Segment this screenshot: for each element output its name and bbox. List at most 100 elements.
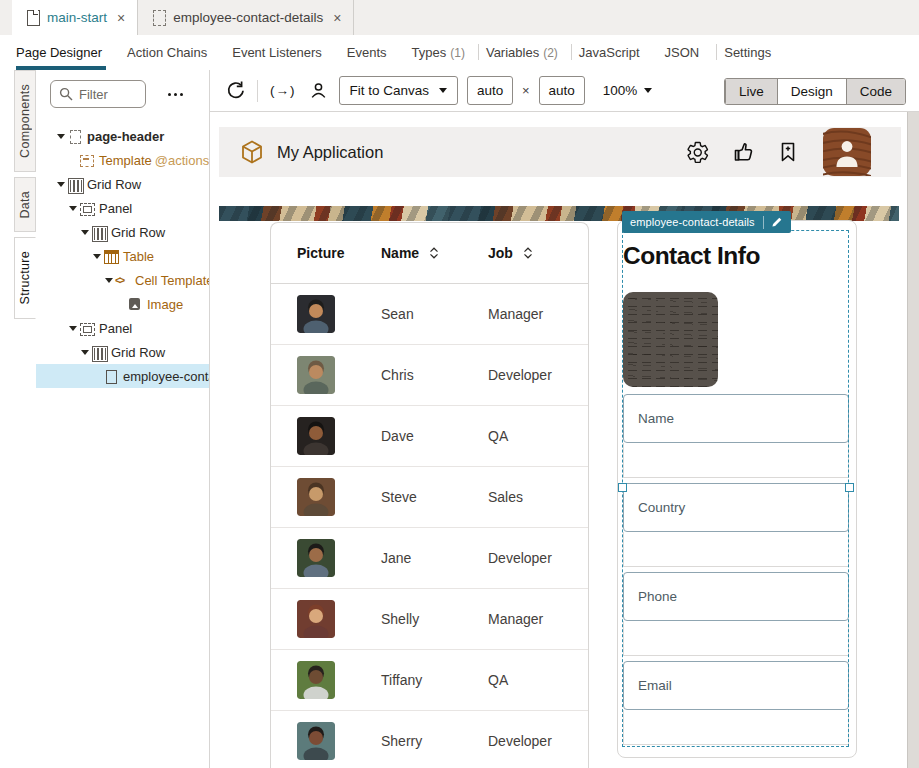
user-avatar[interactable] [823, 128, 871, 176]
overflow-menu-icon[interactable] [168, 93, 183, 96]
fit-to-canvas-select[interactable]: Fit to Canvas [339, 76, 459, 105]
tree-item-label: Table [123, 249, 154, 264]
tree-item-icon [104, 369, 118, 383]
refresh-icon[interactable] [224, 80, 245, 101]
descriptor-icon[interactable]: (→) [270, 83, 296, 98]
close-icon[interactable]: × [117, 11, 125, 25]
caret-down-icon[interactable] [66, 326, 80, 331]
designer-nav: Page Designer Action Chains Event Listen… [0, 35, 919, 70]
filter-input[interactable]: Filter [50, 80, 146, 108]
tree-item[interactable]: Panel [36, 196, 209, 220]
employee-job: Manager [488, 306, 588, 322]
caret-down-icon[interactable] [66, 206, 80, 211]
designer-nav-tab[interactable]: Variables (2) [486, 35, 558, 70]
tree-item[interactable]: Grid Row [36, 340, 209, 364]
employee-photo [297, 539, 335, 577]
tree-item[interactable]: Panel [36, 316, 209, 340]
employee-photo [297, 417, 335, 455]
resize-handle-right[interactable] [845, 483, 854, 492]
resize-handle-left[interactable] [618, 483, 627, 492]
designer-nav-tab[interactable]: JavaScript [579, 35, 644, 70]
tree-item[interactable]: employee-contact-details [36, 364, 209, 388]
tree-item[interactable]: page-header [36, 124, 209, 148]
table-row[interactable]: Steve Sales [271, 467, 588, 528]
table-row[interactable]: Dave QA [271, 406, 588, 467]
caret-down-icon[interactable] [54, 134, 68, 139]
sort-icon[interactable] [523, 247, 533, 259]
designer-nav-tab[interactable]: Types (1) [412, 35, 465, 70]
side-tab[interactable]: Components [14, 70, 36, 172]
text-input[interactable]: Email [623, 661, 849, 710]
tree-item[interactable]: Grid Row [36, 220, 209, 244]
side-tab[interactable]: Data [14, 177, 36, 233]
tree-item[interactable]: Table [36, 244, 209, 268]
designer-nav-tab[interactable]: Settings [724, 35, 775, 70]
edit-pencil-icon[interactable] [764, 216, 791, 228]
employee-name: Dave [381, 428, 488, 444]
view-mode-button[interactable]: Live [725, 79, 777, 104]
close-icon[interactable]: × [333, 11, 341, 25]
employee-job: QA [488, 672, 588, 688]
caret-down-icon[interactable] [102, 278, 116, 283]
field-assist-area [623, 621, 849, 656]
caret-down-icon[interactable] [78, 350, 92, 355]
gear-icon[interactable] [686, 140, 710, 164]
tree-item-icon [116, 273, 130, 287]
designer-nav-label: Events [347, 45, 387, 60]
table-column-header[interactable]: Job [488, 245, 588, 261]
designer-nav-tab[interactable]: Event Listeners [232, 35, 326, 70]
table-column-header[interactable]: Picture [297, 245, 381, 261]
table-row[interactable]: Shelly Manager [271, 589, 588, 650]
tree-item-icon [68, 129, 82, 143]
table-row[interactable]: Sean Manager [271, 284, 588, 345]
tree-item[interactable]: Template @actions [36, 148, 209, 172]
selection-badge[interactable]: employee-contact-details [622, 211, 791, 233]
text-input[interactable]: Name [623, 394, 849, 443]
designer-nav-tab[interactable]: Action Chains [127, 35, 211, 70]
text-input[interactable]: Phone [623, 572, 849, 621]
field-assist-area [623, 710, 849, 745]
view-mode-button[interactable]: Code [846, 79, 905, 104]
designer-nav-tab[interactable]: Events [347, 35, 391, 70]
document-tab[interactable]: main-start × [12, 0, 138, 35]
table-row[interactable]: Tiffany QA [271, 650, 588, 711]
canvas-width-input[interactable]: auto [467, 76, 513, 105]
tree-item[interactable]: Cell Template [36, 268, 209, 292]
table-row[interactable]: Chris Developer [271, 345, 588, 406]
sort-icon[interactable] [429, 247, 439, 259]
document-tab[interactable]: employee-contact-details × [138, 0, 354, 35]
designer-nav-tab[interactable]: Page Designer [16, 35, 106, 70]
view-mode-group: Live Design Code [724, 78, 906, 105]
bookmark-add-icon[interactable] [776, 140, 800, 164]
tree-item[interactable]: Grid Row [36, 172, 209, 196]
tree-item[interactable]: Image [36, 292, 209, 316]
thumbs-up-icon[interactable] [731, 140, 755, 164]
canvas-height-input[interactable]: auto [539, 76, 585, 105]
caret-down-icon[interactable] [54, 182, 68, 187]
structure-tree: page-header Template @actions Grid Row P… [36, 124, 209, 388]
designer-nav-tab[interactable]: JSON [665, 35, 704, 70]
view-mode-label: Code [860, 84, 892, 99]
tree-item-label: Grid Row [87, 177, 141, 192]
zoom-value: 100% [603, 83, 638, 98]
view-mode-button[interactable]: Design [777, 79, 846, 104]
caret-down-icon[interactable] [78, 230, 92, 235]
tree-item-icon [104, 249, 118, 263]
user-icon[interactable] [310, 82, 327, 99]
employee-name: Tiffany [381, 672, 488, 688]
chevron-down-icon [439, 88, 447, 93]
side-tab[interactable]: Structure [14, 237, 36, 318]
field-assist-area [623, 532, 849, 567]
table-row[interactable]: Sherry Developer [271, 711, 588, 768]
table-row[interactable]: Jane Developer [271, 528, 588, 589]
zoom-select[interactable]: 100% [603, 83, 653, 98]
field-label: Name [638, 411, 674, 426]
table-column-header[interactable]: Name [381, 245, 488, 261]
employee-name: Steve [381, 489, 488, 505]
caret-down-icon[interactable] [90, 254, 104, 259]
tree-item-icon [80, 201, 94, 215]
field-assist-area [623, 443, 849, 478]
times-separator: × [522, 83, 530, 98]
tree-item-label: employee-contact-details [123, 369, 209, 384]
text-input[interactable]: Country [623, 483, 849, 532]
